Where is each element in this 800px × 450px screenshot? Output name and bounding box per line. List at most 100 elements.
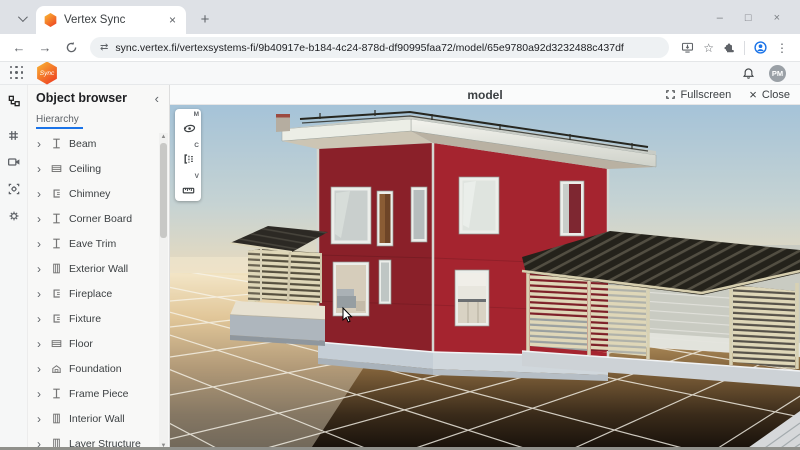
toolbar-separator [744, 41, 745, 55]
model-viewer: model Fullscreen × Close [170, 85, 800, 450]
extensions-icon[interactable] [723, 42, 735, 54]
collapse-panel-icon[interactable]: ‹ [155, 91, 159, 106]
tree-item-exterior-wall[interactable]: ›Exterior Wall [28, 256, 169, 281]
url-text: sync.vertex.fi/vertexsystems-fi/9b40917e… [115, 42, 623, 54]
wall-icon [50, 262, 63, 275]
fullscreen-button[interactable]: Fullscreen [665, 89, 732, 101]
measure-tool-button[interactable]: V [178, 175, 198, 197]
grid-planes-icon[interactable] [3, 124, 25, 146]
panel-title: Object browser [36, 91, 127, 105]
address-bar[interactable]: ⇄ sync.vertex.fi/vertexsystems-fi/9b4091… [90, 37, 669, 58]
browser-toolbar: ← → ⇄ sync.vertex.fi/vertexsystems-fi/9b… [0, 34, 800, 62]
tree-item-fireplace[interactable]: › Fireplace [28, 281, 169, 306]
tab-close-icon[interactable]: × [167, 13, 178, 27]
viewer-toolbar: M C V [175, 109, 201, 201]
profile-icon[interactable] [754, 41, 767, 54]
chevron-down-icon [17, 12, 27, 22]
tree-item-floor[interactable]: › Floor [28, 331, 169, 356]
tree-item-label: Eave Trim [69, 238, 116, 250]
tree-item-ceiling[interactable]: › Ceiling [28, 156, 169, 181]
tree-item-interior-wall[interactable]: › Interior Wall [28, 406, 169, 431]
tab-search-button[interactable] [8, 7, 34, 29]
window-minimize-button[interactable]: – [717, 12, 723, 24]
tree-item-label: Interior Wall [69, 413, 125, 425]
tree-item-frame-piece[interactable]: ›Frame Piece [28, 381, 169, 406]
selection-settings-icon[interactable] [3, 178, 25, 200]
close-viewer-button[interactable]: × Close [749, 87, 790, 102]
tree-item-chimney[interactable]: › Chimney [28, 181, 169, 206]
clip-planes-icon [181, 152, 195, 166]
sync-logo[interactable]: Sync [36, 62, 58, 85]
settings-gear-icon[interactable] [3, 205, 25, 227]
user-avatar[interactable]: PM [769, 65, 786, 82]
tree-item-label: Chimney [69, 188, 110, 200]
new-tab-button[interactable]: + [192, 6, 218, 32]
tree-item-foundation[interactable]: › Foundation [28, 356, 169, 381]
tree-item-label: Floor [69, 338, 93, 350]
tree-item-label: Foundation [69, 363, 122, 375]
app-bar: Sync PM [0, 62, 800, 85]
expand-chevron-icon[interactable]: › [37, 287, 44, 301]
expand-chevron-icon[interactable]: › [37, 262, 44, 276]
sidebar-scrollbar[interactable]: ▲ ▼ [159, 133, 168, 450]
house-wall-left [318, 143, 433, 352]
close-icon: × [749, 87, 757, 102]
viewer-header: model Fullscreen × Close [170, 85, 800, 105]
expand-chevron-icon[interactable]: › [37, 212, 44, 226]
expand-chevron-icon[interactable]: › [37, 237, 44, 251]
expand-chevron-icon[interactable]: › [37, 387, 44, 401]
expand-chevron-icon[interactable]: › [37, 362, 44, 376]
tree-item-label: Beam [69, 138, 96, 150]
left-tool-rail [0, 85, 28, 450]
browser-tab-vertex-sync[interactable]: Vertex Sync × [36, 6, 186, 34]
sync-favicon-icon [44, 13, 57, 27]
site-info-icon[interactable]: ⇄ [100, 42, 108, 53]
expand-chevron-icon[interactable]: › [37, 312, 44, 326]
tree-item-fixture[interactable]: › Fixture [28, 306, 169, 331]
ceiling-icon [50, 162, 63, 175]
chimney-icon [50, 187, 63, 200]
scrollbar-thumb[interactable] [160, 143, 167, 238]
eave-trim-icon [50, 237, 63, 250]
object-browser-panel: Object browser ‹ Hierarchy › Beam › Ceilin… [28, 85, 170, 450]
tree-item-label: Corner Board [69, 213, 132, 225]
scroll-up-icon[interactable]: ▲ [161, 133, 167, 141]
reload-button[interactable] [60, 37, 82, 59]
expand-chevron-icon[interactable]: › [37, 337, 44, 351]
expand-chevron-icon[interactable]: › [37, 187, 44, 201]
tree-item-beam[interactable]: › Beam [28, 131, 169, 156]
tree-item-label: Fixture [69, 313, 101, 325]
window-close-button[interactable]: × [774, 12, 780, 24]
beam-icon [50, 137, 63, 150]
browser-tabstrip: Vertex Sync × + – □ × [0, 0, 800, 34]
notifications-bell-icon[interactable] [742, 67, 755, 80]
back-button[interactable]: ← [8, 37, 30, 59]
tab-hierarchy[interactable]: Hierarchy [28, 111, 169, 131]
browser-window: Vertex Sync × + – □ × ← → ⇄ sync.vertex.… [0, 0, 800, 450]
forward-button[interactable]: → [34, 37, 56, 59]
browser-menu-icon[interactable]: ⋮ [776, 41, 788, 55]
install-app-icon[interactable] [681, 41, 694, 54]
fireplace-icon [50, 287, 63, 300]
tree-item-eave-trim[interactable]: › Eave Trim [28, 231, 169, 256]
camera-views-icon[interactable] [3, 151, 25, 173]
expand-chevron-icon[interactable]: › [37, 412, 44, 426]
viewport-3d[interactable]: M C V [170, 105, 800, 450]
tree-item-label: Fireplace [69, 288, 112, 300]
tree-item-label: Ceiling [69, 163, 101, 175]
object-browser-tree-icon[interactable] [3, 90, 25, 112]
wire-railing [650, 283, 730, 355]
foundation-icon [50, 362, 63, 375]
apps-grid-icon[interactable] [10, 66, 24, 80]
clip-planes-tool-button[interactable]: C [178, 144, 198, 166]
expand-chevron-icon[interactable]: › [37, 162, 44, 176]
expand-chevron-icon[interactable]: › [37, 137, 44, 151]
house-model-render [170, 105, 800, 450]
bookmark-star-icon[interactable]: ☆ [703, 41, 714, 55]
fixture-icon [50, 312, 63, 325]
frame-piece-icon [50, 387, 63, 400]
fullscreen-icon [665, 89, 676, 100]
orbit-tool-button[interactable]: M [178, 113, 198, 135]
tree-item-corner-board[interactable]: › Corner Board [28, 206, 169, 231]
window-maximize-button[interactable]: □ [745, 12, 752, 24]
